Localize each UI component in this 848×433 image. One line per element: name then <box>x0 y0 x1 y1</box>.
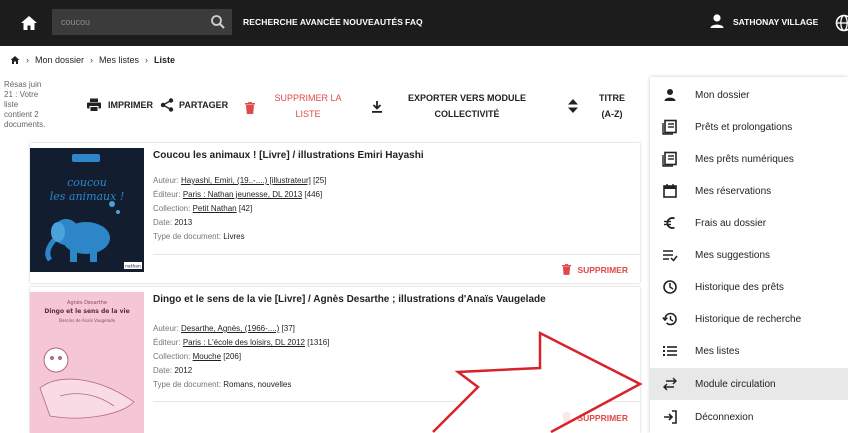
delete-list-button[interactable]: SUPPRIMER LA LISTE <box>268 90 348 122</box>
account-dropdown-menu: Mon dossier Prêts et prolongations Mes p… <box>650 77 848 433</box>
collection-link[interactable]: Mouche <box>193 352 221 361</box>
history-icon <box>662 312 677 326</box>
share-button[interactable]: PARTAGER <box>160 98 228 112</box>
record-document-type: Type de document: Livres <box>153 232 245 241</box>
author-link[interactable]: Hayashi, Emiri, (19..-....) [illustrateu… <box>181 176 311 185</box>
trash-icon[interactable] <box>245 101 255 119</box>
menu-item-circulation-module[interactable]: Module circulation <box>650 368 848 400</box>
list-result-count: Résas juin 21 : Votre liste contient 2 d… <box>4 80 46 129</box>
swap-arrows-icon <box>663 377 677 391</box>
home-icon[interactable] <box>19 13 39 33</box>
download-icon[interactable] <box>372 100 382 118</box>
cover-illustrator: Dessins de Anaïs Vaugelade <box>59 318 116 323</box>
menu-item-label: Mon dossier <box>695 89 750 101</box>
delete-record-button[interactable]: SUPPRIMER <box>562 264 628 275</box>
menu-item-suggestions[interactable]: Mes suggestions <box>650 239 848 271</box>
list-icon <box>663 346 677 356</box>
menu-item-label: Mes suggestions <box>695 249 771 261</box>
list-toolbar: Résas juin 21 : Votre liste contient 2 d… <box>0 72 640 142</box>
breadcrumb-current-list: Liste <box>154 55 176 65</box>
top-navigation-bar: RECHERCHE AVANCÉE NOUVEAUTÉS FAQ SATHONA… <box>0 0 848 46</box>
calendar-icon <box>663 184 677 198</box>
book-cover-image[interactable]: coucou les animaux ! nathan <box>30 148 144 272</box>
breadcrumb-home-icon[interactable] <box>10 55 20 65</box>
account-name[interactable]: SATHONAY VILLAGE <box>733 17 818 27</box>
search-box <box>52 9 232 35</box>
print-button[interactable]: IMPRIMER <box>86 98 153 112</box>
menu-item-label: Mes prêts numériques <box>695 153 794 165</box>
logout-icon <box>664 410 677 424</box>
breadcrumb-my-account[interactable]: Mon dossier <box>35 55 84 65</box>
nav-new-arrivals-link[interactable]: NOUVEAUTÉS <box>343 17 403 27</box>
menu-item-digital-loans[interactable]: Mes prêts numériques <box>650 143 848 175</box>
sort-by-title-button[interactable]: TITRE (A-Z) <box>592 90 632 122</box>
menu-item-my-account[interactable]: Mon dossier <box>650 79 848 111</box>
record-date: Date: 2012 <box>153 366 193 375</box>
record-title[interactable]: Dingo et le sens de la vie [Livre] / Agn… <box>153 294 546 305</box>
euro-icon <box>664 217 675 229</box>
record-document-type: Type de document: Romans, nouvelles <box>153 380 292 389</box>
record-title[interactable]: Coucou les animaux ! [Livre] / illustrat… <box>153 150 424 161</box>
search-input[interactable] <box>52 9 202 35</box>
cover-publisher-logo: nathan <box>125 264 141 270</box>
menu-item-label: Frais au dossier <box>695 217 767 229</box>
menu-item-logout[interactable]: Déconnexion <box>650 401 848 433</box>
language-globe-icon[interactable] <box>834 13 848 33</box>
record-author: Auteur: Desarthe, Agnès, (1966-....) [37… <box>153 324 295 333</box>
menu-item-fees[interactable]: Frais au dossier <box>650 207 848 239</box>
publisher-link[interactable]: Paris : Nathan jeunesse, DL 2013 <box>183 190 302 199</box>
account-icon[interactable] <box>708 12 726 30</box>
menu-item-loan-history[interactable]: Historique des prêts <box>650 271 848 303</box>
clock-icon <box>663 280 677 294</box>
divider <box>153 401 640 402</box>
search-icon[interactable] <box>210 14 226 30</box>
menu-item-label: Mes listes <box>695 345 740 357</box>
author-link[interactable]: Desarthe, Agnès, (1966-....) <box>181 324 279 333</box>
record-collection: Collection: Petit Nathan [42] <box>153 204 253 213</box>
record-collection: Collection: Mouche [206] <box>153 352 242 361</box>
breadcrumb-separator: › <box>90 55 94 65</box>
cover-author: Agnès Desarthe <box>67 299 107 306</box>
record-publisher: Éditeur: Paris : Nathan jeunesse, DL 201… <box>153 190 323 199</box>
printer-icon <box>87 98 101 112</box>
cover-title-line-2: les animaux ! <box>50 190 125 203</box>
record-publisher: Éditeur: Paris : L'école des loisirs, DL… <box>153 338 330 347</box>
breadcrumb-separator: › <box>26 55 29 65</box>
breadcrumb-separator: › <box>145 55 149 65</box>
collection-link[interactable]: Petit Nathan <box>193 204 237 213</box>
cover-title: Dingo et le sens de la vie <box>44 308 129 315</box>
menu-item-search-history[interactable]: Historique de recherche <box>650 303 848 335</box>
delete-record-button[interactable]: SUPPRIMER <box>562 412 628 423</box>
nav-faq-link[interactable]: FAQ <box>405 17 423 27</box>
user-icon <box>664 89 676 101</box>
book-icon <box>662 151 677 167</box>
nav-advanced-search-link[interactable]: RECHERCHE AVANCÉE <box>243 17 341 27</box>
record-author: Auteur: Hayashi, Emiri, (19..-....) [ill… <box>153 176 327 185</box>
book-cover-image[interactable]: Agnès Desarthe Dingo et le sens de la vi… <box>30 292 144 433</box>
export-to-module-button[interactable]: EXPORTER VERS MODULE COLLECTIVITÉ <box>392 90 542 122</box>
trash-icon <box>562 264 572 275</box>
playlist-add-icon <box>663 250 678 262</box>
book-icon <box>662 119 677 135</box>
menu-item-my-lists[interactable]: Mes listes <box>650 335 848 367</box>
menu-item-label: Déconnexion <box>695 411 754 423</box>
menu-item-loans-renewals[interactable]: Prêts et prolongations <box>650 111 848 143</box>
sort-icon[interactable] <box>568 99 578 118</box>
list-item: Agnès Desarthe Dingo et le sens de la vi… <box>30 287 640 433</box>
menu-item-label: Prêts et prolongations <box>695 121 793 133</box>
cover-title-line-1: coucou <box>67 176 107 189</box>
menu-item-reservations[interactable]: Mes réservations <box>650 175 848 207</box>
share-icon <box>160 98 174 112</box>
record-date: Date: 2013 <box>153 218 193 227</box>
breadcrumb: › Mon dossier › Mes listes › Liste <box>10 53 175 67</box>
menu-item-label: Mes réservations <box>695 185 772 197</box>
breadcrumb-my-lists[interactable]: Mes listes <box>99 55 139 65</box>
divider <box>153 254 640 255</box>
menu-item-label: Historique des prêts <box>695 281 784 293</box>
trash-icon <box>562 412 572 423</box>
list-item: coucou les animaux ! nathan Coucou les a… <box>30 143 640 283</box>
publisher-link[interactable]: Paris : L'école des loisirs, DL 2012 <box>183 338 305 347</box>
menu-item-label: Historique de recherche <box>695 313 802 325</box>
menu-item-label: Module circulation <box>695 378 776 390</box>
